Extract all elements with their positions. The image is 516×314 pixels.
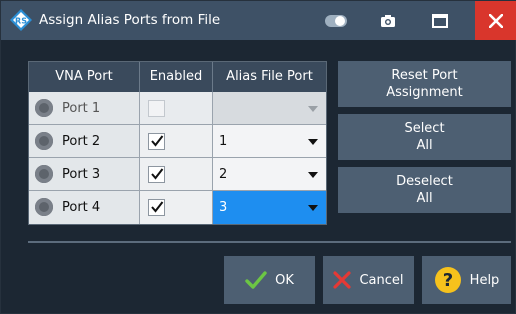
toggle-icon	[325, 14, 347, 27]
alias-port-value: 1	[219, 134, 228, 149]
port-label: Port 3	[62, 167, 101, 182]
help-icon: ?	[434, 267, 461, 293]
select-all-label-line1: Select	[404, 121, 445, 136]
deselect-all-label-line1: Deselect	[396, 174, 453, 189]
dropdown-arrow-icon	[308, 106, 318, 112]
ok-button[interactable]: OK	[224, 256, 315, 304]
alias-port-dropdown[interactable]: 1	[213, 125, 326, 158]
alias-port-table: VNA Port Enabled Alias File Port Port 1 …	[28, 61, 327, 225]
rohde-schwarz-logo-icon: RS	[10, 9, 32, 31]
reset-button-label-line1: Reset Port	[391, 68, 458, 83]
help-button[interactable]: ? Help	[422, 256, 511, 304]
divider	[28, 241, 511, 243]
dropdown-arrow-icon	[308, 205, 318, 211]
deselect-all-button[interactable]: Deselect All	[338, 167, 511, 213]
enabled-checkbox[interactable]	[148, 133, 165, 150]
enabled-cell	[140, 191, 213, 224]
port-cell: Port 4	[29, 191, 140, 224]
port-connector-icon	[35, 198, 53, 216]
port-cell: Port 1	[29, 92, 140, 125]
window-title: Assign Alias Ports from File	[39, 12, 221, 28]
port-cell: Port 2	[29, 125, 140, 158]
svg-text:?: ?	[442, 270, 452, 291]
column-header-enabled: Enabled	[140, 62, 213, 92]
svg-text:RS: RS	[15, 17, 27, 26]
port-cell: Port 3	[29, 158, 140, 191]
alias-port-dropdown[interactable]	[213, 92, 326, 125]
alias-port-value: 2	[219, 167, 228, 182]
toggle-button[interactable]	[315, 1, 357, 40]
camera-icon	[381, 14, 395, 27]
select-all-label-line2: All	[416, 138, 433, 153]
port-label: Port 4	[62, 200, 101, 215]
checkmark-icon	[151, 168, 164, 180]
cancel-button[interactable]: Cancel	[323, 256, 414, 304]
dropdown-arrow-icon	[308, 172, 318, 178]
reset-port-assignment-button[interactable]: Reset Port Assignment	[338, 61, 511, 107]
enabled-checkbox[interactable]	[148, 166, 165, 183]
maximize-icon	[432, 13, 448, 28]
enabled-cell	[140, 92, 213, 125]
port-connector-icon	[35, 132, 53, 150]
port-label: Port 2	[62, 134, 101, 149]
alias-port-value: 3	[219, 200, 228, 215]
reset-button-label-line2: Assignment	[386, 85, 463, 100]
port-connector-icon	[35, 165, 53, 183]
title-bar: RS Assign Alias Ports from File	[1, 1, 516, 40]
help-label: Help	[469, 272, 500, 288]
screenshot-button[interactable]	[367, 1, 409, 40]
assign-alias-ports-dialog: RS Assign Alias Ports from File VNA Port…	[0, 0, 516, 314]
checkmark-icon	[245, 271, 267, 289]
enabled-checkbox[interactable]	[148, 100, 165, 117]
port-connector-icon	[35, 99, 53, 117]
maximize-button[interactable]	[419, 1, 461, 40]
checkmark-icon	[151, 135, 164, 147]
enabled-cell	[140, 158, 213, 191]
column-header-vna-port: VNA Port	[29, 62, 140, 92]
cancel-label: Cancel	[359, 272, 404, 288]
alias-port-dropdown[interactable]: 3	[213, 191, 326, 224]
enabled-checkbox[interactable]	[148, 199, 165, 216]
close-icon	[489, 13, 503, 28]
cancel-x-icon	[333, 271, 352, 289]
checkmark-icon	[151, 201, 164, 213]
column-header-alias-file-port: Alias File Port	[213, 62, 326, 92]
port-label: Port 1	[62, 101, 101, 116]
enabled-cell	[140, 125, 213, 158]
ok-label: OK	[275, 272, 294, 288]
close-button[interactable]	[475, 1, 516, 40]
dropdown-arrow-icon	[308, 139, 318, 145]
select-all-button[interactable]: Select All	[338, 114, 511, 160]
alias-port-dropdown[interactable]: 2	[213, 158, 326, 191]
deselect-all-label-line2: All	[416, 191, 433, 206]
